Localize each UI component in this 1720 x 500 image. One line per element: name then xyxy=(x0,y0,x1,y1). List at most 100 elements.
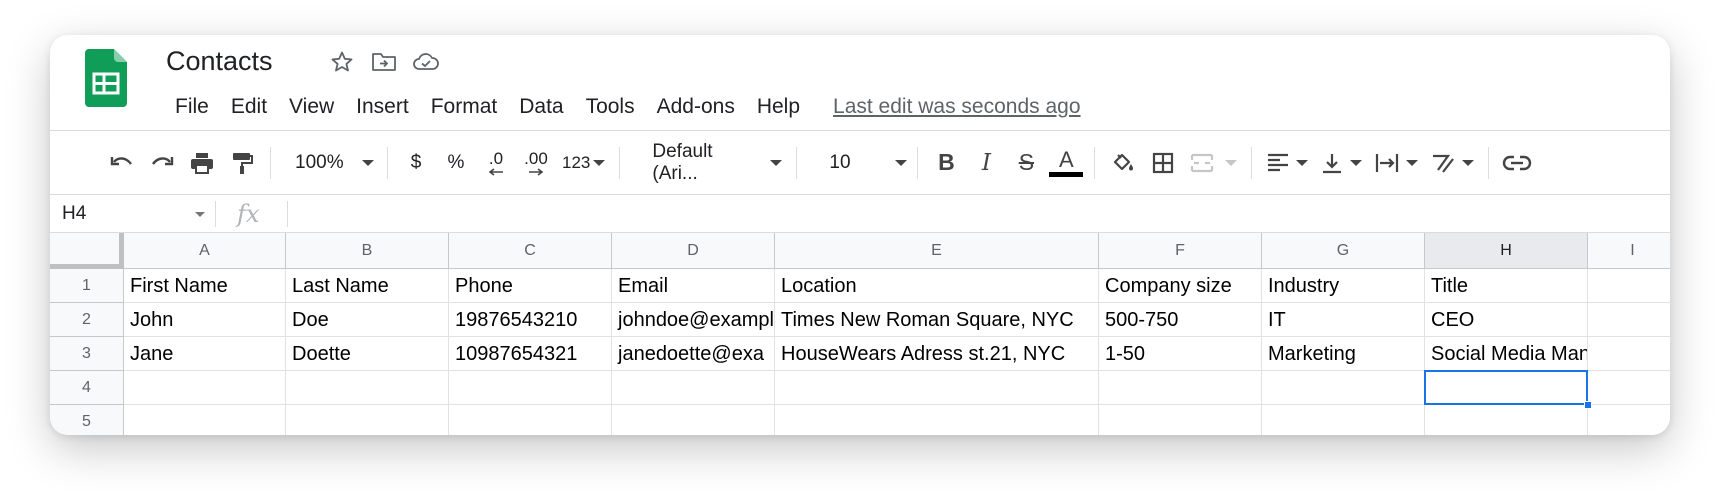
cell-g3[interactable]: Marketing xyxy=(1262,337,1425,371)
menu-view[interactable]: View xyxy=(278,90,345,124)
menu-data[interactable]: Data xyxy=(508,90,574,124)
column-header-e[interactable]: E xyxy=(775,233,1099,269)
cell-b3[interactable]: Doette xyxy=(286,337,449,371)
cell-i5[interactable] xyxy=(1588,405,1670,435)
paint-format-button[interactable] xyxy=(222,143,262,183)
cell-d3[interactable]: janedoette@exa xyxy=(612,337,775,371)
cell-h5[interactable] xyxy=(1425,405,1588,435)
last-edit-link[interactable]: Last edit was seconds ago xyxy=(833,90,1081,124)
cell-b5[interactable] xyxy=(286,405,449,435)
column-header-c[interactable]: C xyxy=(449,233,612,269)
text-rotation-select[interactable] xyxy=(1424,143,1480,183)
menu-help[interactable]: Help xyxy=(746,90,811,124)
menu-file[interactable]: File xyxy=(164,90,220,124)
move-to-folder-icon[interactable] xyxy=(369,48,399,76)
cell-h1[interactable]: Title xyxy=(1425,269,1588,303)
menu-edit[interactable]: Edit xyxy=(220,90,278,124)
row-header-1[interactable]: 1 xyxy=(50,269,124,303)
cell-d4[interactable] xyxy=(612,371,775,405)
cloud-saved-icon[interactable] xyxy=(411,48,441,76)
cell-i2[interactable] xyxy=(1588,303,1670,337)
horizontal-align-select[interactable] xyxy=(1260,143,1314,183)
select-all-corner[interactable] xyxy=(50,233,124,269)
undo-button[interactable] xyxy=(102,143,142,183)
column-header-a[interactable]: A xyxy=(124,233,286,269)
fill-color-button[interactable] xyxy=(1103,143,1143,183)
cell-f2[interactable]: 500-750 xyxy=(1099,303,1262,337)
cell-i4[interactable] xyxy=(1588,371,1670,405)
cell-c5[interactable] xyxy=(449,405,612,435)
cell-g4[interactable] xyxy=(1262,371,1425,405)
row-header-2[interactable]: 2 xyxy=(50,303,124,337)
cell-c2[interactable]: 19876543210 xyxy=(449,303,612,337)
chevron-down-icon[interactable] xyxy=(195,212,205,217)
column-header-h[interactable]: H xyxy=(1425,233,1588,269)
menu-addons[interactable]: Add-ons xyxy=(646,90,746,124)
cell-h3[interactable]: Social Media Manager xyxy=(1425,337,1588,371)
row-header-3[interactable]: 3 xyxy=(50,337,124,371)
merge-cells-button[interactable] xyxy=(1183,143,1243,183)
cell-e3[interactable]: HouseWears Adress st.21, NYC xyxy=(775,337,1099,371)
font-family-select[interactable]: Default (Ari... xyxy=(628,141,788,184)
text-wrapping-select[interactable] xyxy=(1368,143,1424,183)
cell-c1[interactable]: Phone xyxy=(449,269,612,303)
cell-b4[interactable] xyxy=(286,371,449,405)
cell-a3[interactable]: Jane xyxy=(124,337,286,371)
cell-e2[interactable]: Times New Roman Square, NYC xyxy=(775,303,1099,337)
cell-a2[interactable]: John xyxy=(124,303,286,337)
star-icon[interactable] xyxy=(327,48,357,76)
formula-input[interactable] xyxy=(295,195,1670,233)
font-size-select[interactable]: 10 xyxy=(805,143,909,183)
cell-g1[interactable]: Industry xyxy=(1262,269,1425,303)
cell-a5[interactable] xyxy=(124,405,286,435)
borders-button[interactable] xyxy=(1143,143,1183,183)
cell-a4[interactable] xyxy=(124,371,286,405)
row-header-5[interactable]: 5 xyxy=(50,405,124,435)
percent-format-button[interactable]: % xyxy=(436,143,476,183)
cell-c3[interactable]: 10987654321 xyxy=(449,337,612,371)
currency-format-button[interactable]: $ xyxy=(396,143,436,183)
more-formats-select[interactable]: 123 xyxy=(556,143,611,183)
menu-tools[interactable]: Tools xyxy=(575,90,646,124)
row-header-4[interactable]: 4 xyxy=(50,371,124,405)
redo-button[interactable] xyxy=(142,143,182,183)
column-header-f[interactable]: F xyxy=(1099,233,1262,269)
column-header-b[interactable]: B xyxy=(286,233,449,269)
print-button[interactable] xyxy=(182,143,222,183)
sheets-logo-icon[interactable] xyxy=(85,49,127,107)
column-header-i[interactable]: I xyxy=(1588,233,1670,269)
cell-f5[interactable] xyxy=(1099,405,1262,435)
bold-button[interactable]: B xyxy=(926,143,966,183)
cell-d5[interactable] xyxy=(612,405,775,435)
menu-insert[interactable]: Insert xyxy=(345,90,420,124)
fill-handle[interactable] xyxy=(1584,401,1592,409)
cell-a1[interactable]: First Name xyxy=(124,269,286,303)
cell-g2[interactable]: IT xyxy=(1262,303,1425,337)
cell-i1[interactable] xyxy=(1588,269,1670,303)
menu-format[interactable]: Format xyxy=(420,90,509,124)
cell-e5[interactable] xyxy=(775,405,1099,435)
insert-link-button[interactable] xyxy=(1497,143,1537,183)
text-color-button[interactable]: A xyxy=(1046,143,1086,183)
cell-f1[interactable]: Company size xyxy=(1099,269,1262,303)
cell-d2[interactable]: johndoe@exampl xyxy=(612,303,775,337)
cell-f3[interactable]: 1-50 xyxy=(1099,337,1262,371)
name-box[interactable]: H4 xyxy=(62,195,212,233)
strikethrough-button[interactable]: S xyxy=(1006,143,1046,183)
cell-i3[interactable] xyxy=(1588,337,1670,371)
cell-b1[interactable]: Last Name xyxy=(286,269,449,303)
decrease-decimals-button[interactable]: .0 xyxy=(476,143,516,183)
cell-d1[interactable]: Email xyxy=(612,269,775,303)
cell-e4[interactable] xyxy=(775,371,1099,405)
cell-e1[interactable]: Location xyxy=(775,269,1099,303)
cell-c4[interactable] xyxy=(449,371,612,405)
cell-f4[interactable] xyxy=(1099,371,1262,405)
cell-g5[interactable] xyxy=(1262,405,1425,435)
vertical-align-select[interactable] xyxy=(1314,143,1368,183)
column-header-g[interactable]: G xyxy=(1262,233,1425,269)
column-header-d[interactable]: D xyxy=(612,233,775,269)
cell-h2[interactable]: CEO xyxy=(1425,303,1588,337)
document-title[interactable]: Contacts xyxy=(166,43,273,79)
increase-decimals-button[interactable]: .00 xyxy=(516,143,556,183)
cell-b2[interactable]: Doe xyxy=(286,303,449,337)
